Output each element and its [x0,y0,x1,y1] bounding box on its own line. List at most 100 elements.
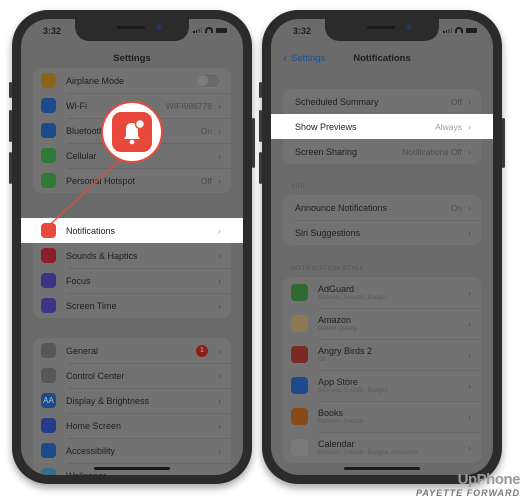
app-text: Angry Birds 2 Off [318,346,468,363]
battery-icon [466,27,477,33]
app-store-icon [291,377,308,394]
power-button [252,118,255,168]
home-indicator[interactable] [94,467,170,470]
mute-switch [259,82,262,98]
chevron-right-icon: › [218,100,221,111]
chevron-right-icon: › [468,318,471,329]
row-value: Always [435,121,462,132]
notch [75,19,189,41]
general-gear-icon [41,343,56,358]
app-name: Amazon [318,315,352,325]
app-row-calendar[interactable]: Calendar Banners, Sounds, Badges, Announc… [283,432,481,463]
notification-style-header: NOTIFICATION STYLE [291,265,365,272]
control-center-icon [41,368,56,383]
home-indicator[interactable] [344,467,420,470]
settings-row-accessibility[interactable]: Accessibility › [33,438,231,463]
settings-row-home-screen[interactable]: Home Screen › [33,413,231,438]
row-value: Notifications Off [402,146,462,157]
chevron-right-icon: › [218,471,221,476]
notifications-bell-icon [112,112,152,152]
chevron-right-icon: › [218,395,221,406]
app-subtitle: Deliver Quietly [318,326,358,332]
app-row-books[interactable]: Books Banners, Sounds › [283,401,481,432]
settings-row-show-previews[interactable]: Show Previews Always › [271,114,493,139]
settings-row-siri-suggestions[interactable]: Siri Suggestions › [283,220,481,245]
airplane-mode-toggle[interactable] [195,73,221,88]
chevron-right-icon: › [468,287,471,298]
siri-group: Announce Notifications On › Siri Suggestion… [283,195,481,245]
app-text: Books Banners, Sounds [318,408,468,425]
notifications-screen: 3:32 ‹ Settings Notifications Scheduled … [271,19,493,475]
row-label: Accessibility [66,445,116,456]
row-label: Control Center [66,370,125,381]
settings-row-announce-notifications[interactable]: Announce Notifications On › [283,195,481,220]
adguard-icon [291,284,308,301]
settings-row-scheduled-summary[interactable]: Scheduled Summary Off › [283,89,481,114]
wifi-status-icon [205,27,213,33]
status-icons [193,27,227,33]
chevron-right-icon: › [218,250,221,261]
notch [325,19,439,41]
row-value: Off [200,175,212,186]
settings-row-focus[interactable]: Focus › [33,268,231,293]
settings-screen: 3:32 Settings Airplane Mode Wi-Fi WIFI9867… [21,19,243,475]
settings-row-sounds-and-haptics[interactable]: Sounds & Haptics › [33,243,231,268]
chevron-right-icon: › [218,275,221,286]
chevron-right-icon: › [218,125,221,136]
row-label: Focus [66,275,91,286]
app-subtitle: Off [318,357,326,363]
chevron-right-icon: › [218,150,221,161]
status-time: 3:32 [293,26,312,36]
app-row-amazon[interactable]: Amazon Deliver Quietly › [283,308,481,339]
app-name: AdGuard [318,284,355,294]
settings-row-display-and-brightness[interactable]: AA Display & Brightness › [33,388,231,413]
bluetooth-icon [41,123,56,138]
chevron-right-icon: › [468,121,471,132]
app-text: App Store Banners, Sounds, Badges [318,377,468,394]
volume-down-button [9,152,12,184]
settings-row-screen-sharing[interactable]: Screen Sharing Notifications Off › [283,139,481,164]
calendar-icon [291,439,308,456]
siri-section-header: SIRI [291,183,305,190]
watermark-upphone: UpPhone [457,471,521,488]
callout-pointer-line [41,154,126,233]
row-label: Announce Notifications [295,202,388,213]
settings-row-general[interactable]: General 1 › [33,338,231,363]
app-name: Angry Birds 2 [318,346,373,356]
row-label: Siri Suggestions [295,227,361,238]
signal-icon [443,27,452,33]
wallpaper-icon [41,468,56,475]
app-subtitle: Banners, Sounds, Badges, Announce [318,450,418,456]
page-title: Notifications [353,53,411,64]
app-row-app-store[interactable]: App Store Banners, Sounds, Badges › [283,370,481,401]
sounds-icon [41,248,56,263]
chevron-right-icon: › [468,380,471,391]
row-label: Display & Brightness [66,395,150,406]
settings-row-screen-time[interactable]: Screen Time › [33,293,231,318]
app-row-adguard[interactable]: AdGuard Banners, Sounds, Badges › [283,277,481,308]
app-text: Calendar Banners, Sounds, Badges, Announc… [318,439,468,456]
chevron-right-icon: › [468,96,471,107]
settings-row-control-center[interactable]: Control Center › [33,363,231,388]
status-time: 3:32 [43,26,62,36]
chevron-right-icon: › [218,345,221,356]
app-subtitle: Banners, Sounds [318,419,365,425]
row-label: Airplane Mode [66,75,125,86]
row-label: Sounds & Haptics [66,250,138,261]
chevron-right-icon: › [468,442,471,453]
row-label: Screen Sharing [295,146,358,157]
home-screen-icon [41,418,56,433]
app-row-angry-birds-2[interactable]: Angry Birds 2 Off › [283,339,481,370]
notification-options-group: Scheduled Summary Off › Show Previews Always… [271,89,493,164]
watermark-payette-forward: PAYETTE FORWARD [415,488,520,498]
app-text: AdGuard Banners, Sounds, Badges [318,284,468,301]
amazon-icon [291,315,308,332]
signal-icon [193,27,202,33]
chevron-right-icon: › [468,349,471,360]
display-brightness-icon: AA [41,393,56,408]
app-name: Books [318,408,344,418]
screen-time-hourglass-icon [41,298,56,313]
volume-up-button [9,110,12,142]
books-icon [291,408,308,425]
settings-row-airplane-mode[interactable]: Airplane Mode [33,68,231,93]
